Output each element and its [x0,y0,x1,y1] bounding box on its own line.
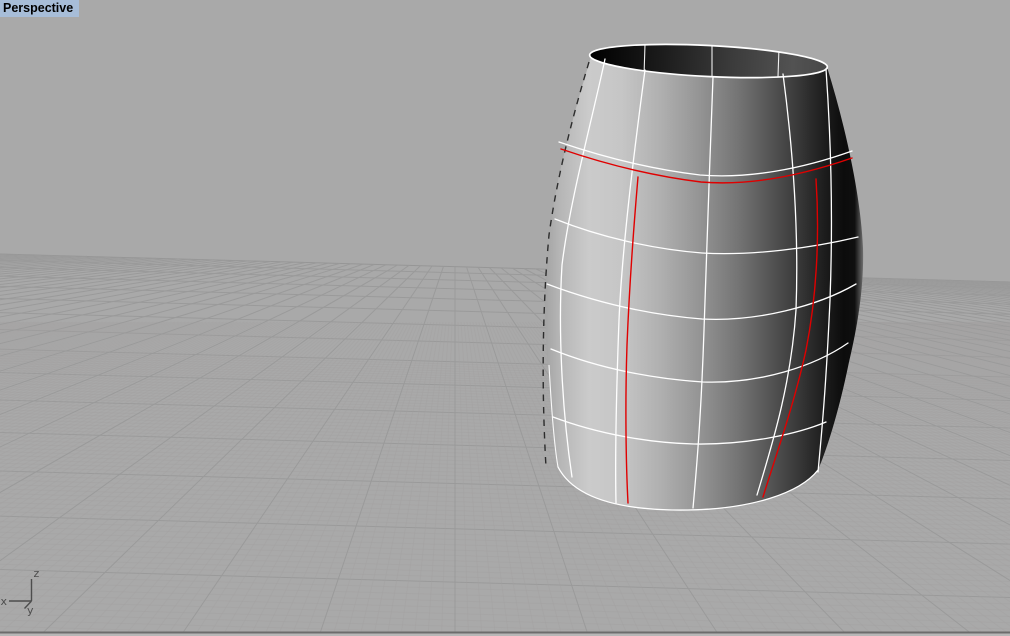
viewport-canvas[interactable]: z x y Perspective [0,0,1010,636]
barrel-object [542,43,864,511]
axis-y-label: y [27,604,34,617]
scene-svg: z x y [0,43,1010,636]
viewport-title[interactable]: Perspective [0,0,80,17]
viewport-bottom-border [0,631,1010,636]
axis-x-label: x [1,595,8,608]
axis-z-label: z [34,567,40,580]
